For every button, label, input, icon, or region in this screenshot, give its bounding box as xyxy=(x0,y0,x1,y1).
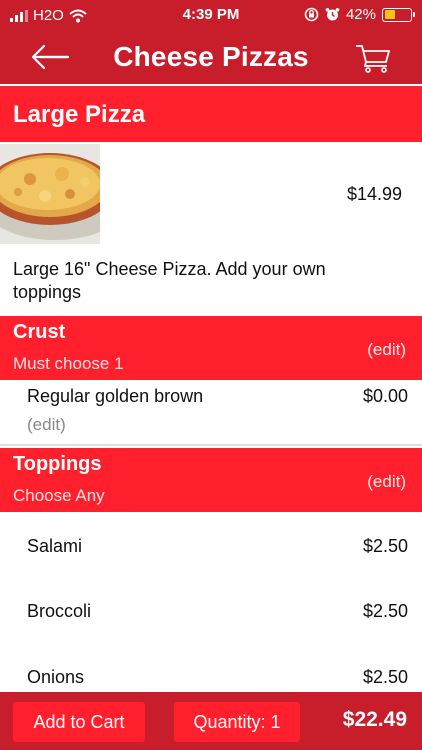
product-price: $14.99 xyxy=(346,184,402,204)
crust-header[interactable]: Crust Must choose 1 (edit) xyxy=(0,316,422,380)
bottom-bar: Add to Cart Quantity: 1 $22.49 xyxy=(0,692,422,750)
topping-item-salami[interactable]: Salami $2.50 xyxy=(0,536,422,560)
pizza-photo xyxy=(0,144,100,244)
toppings-subtitle: Choose Any xyxy=(13,486,105,505)
topping-label: Broccoli xyxy=(27,601,92,621)
alarm-icon xyxy=(325,8,340,21)
toppings-title: Toppings xyxy=(13,453,102,475)
cart-icon[interactable] xyxy=(354,42,392,74)
divider xyxy=(0,444,422,446)
order-total: $22.49 xyxy=(342,708,407,731)
add-to-cart-button[interactable]: Add to Cart xyxy=(13,702,145,742)
topping-item-onions[interactable]: Onions $2.50 xyxy=(0,667,422,691)
status-right: 42% xyxy=(304,6,415,23)
crust-option-label: Regular golden brown xyxy=(27,386,204,406)
topping-item-broccoli[interactable]: Broccoli $2.50 xyxy=(0,601,422,625)
toppings-header[interactable]: Toppings Choose Any (edit) xyxy=(0,448,422,512)
crust-option-edit-link[interactable]: (edit) xyxy=(27,415,66,435)
status-bar: H2O 4:39 PM 42% xyxy=(0,0,422,30)
topping-price: $2.50 xyxy=(362,536,408,556)
nav-bar: Cheese Pizzas xyxy=(0,30,422,84)
battery-fill xyxy=(384,10,395,19)
crust-subtitle: Must choose 1 xyxy=(13,354,124,373)
topping-price: $2.50 xyxy=(362,667,408,687)
crust-option-price: $0.00 xyxy=(362,386,408,406)
product-header: Large Pizza xyxy=(0,86,422,142)
crust-edit-link[interactable]: (edit) xyxy=(367,340,406,360)
topping-label: Onions xyxy=(27,667,85,687)
product-title: Large Pizza xyxy=(13,101,146,128)
battery-icon xyxy=(382,7,415,22)
orientation-lock-icon xyxy=(304,7,319,22)
quantity-button[interactable]: Quantity: 1 xyxy=(174,702,300,742)
topping-label: Salami xyxy=(27,536,83,556)
battery-percent: 42% xyxy=(345,6,376,23)
toppings-edit-link[interactable]: (edit) xyxy=(367,472,406,492)
topping-price: $2.50 xyxy=(362,601,408,621)
crust-title: Crust xyxy=(13,321,66,343)
product-description: Large 16" Cheese Pizza. Add your own top… xyxy=(13,259,326,302)
crust-option[interactable]: Regular golden brown $0.00 xyxy=(0,386,422,410)
